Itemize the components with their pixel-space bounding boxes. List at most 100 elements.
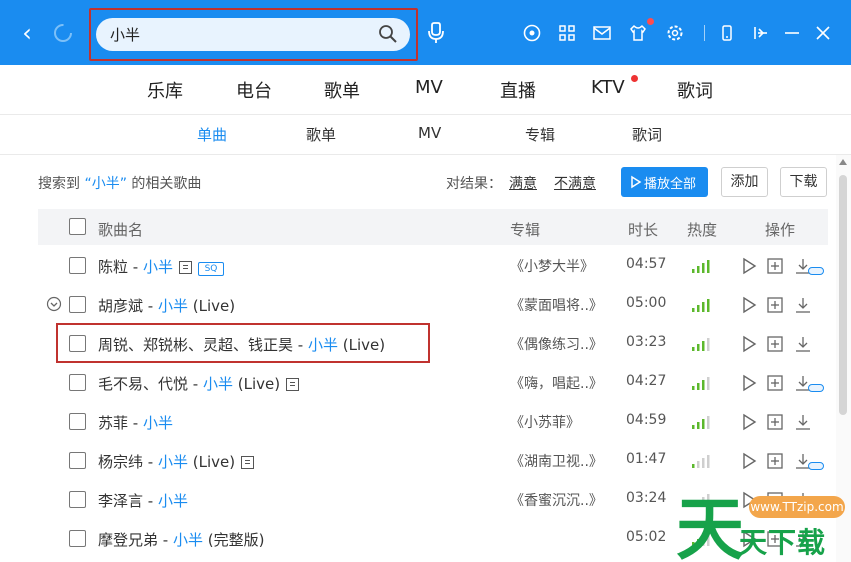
play-icon[interactable] xyxy=(740,257,758,275)
tab-ktv[interactable]: KTV xyxy=(591,77,625,98)
song-artist[interactable]: 苏菲 xyxy=(98,414,128,432)
add-to-list-icon[interactable] xyxy=(766,374,784,392)
play-all-button[interactable]: 播放全部 xyxy=(621,167,708,197)
cloud-sync-icon[interactable] xyxy=(808,267,824,275)
header-song-name[interactable]: 歌曲名 xyxy=(98,219,143,240)
mail-icon[interactable] xyxy=(591,22,613,44)
subtab-songs[interactable]: 单曲 xyxy=(197,124,227,145)
song-row[interactable]: 陈粒 - 小半 SQ 《小梦大半》 04:57 xyxy=(38,246,828,285)
song-album[interactable]: 《小苏菲》 xyxy=(510,412,580,432)
song-album[interactable]: 《蒙面唱将..》 xyxy=(510,295,603,315)
mv-doc-icon[interactable] xyxy=(241,456,255,469)
header-album[interactable]: 专辑 xyxy=(510,219,540,240)
subtab-playlists[interactable]: 歌单 xyxy=(306,124,336,145)
add-to-list-icon[interactable] xyxy=(766,452,784,470)
song-artist[interactable]: 陈粒 xyxy=(98,258,128,276)
refresh-icon[interactable] xyxy=(50,20,76,46)
song-title[interactable]: 摩登兄弟 - 小半 (完整版) xyxy=(98,529,264,550)
minimize-icon[interactable] xyxy=(781,22,803,44)
scroll-up-arrow-icon[interactable] xyxy=(838,158,848,166)
song-name-match[interactable]: 小半 xyxy=(143,258,173,276)
skin-shirt-icon[interactable] xyxy=(627,22,649,44)
song-title[interactable]: 陈粒 - 小半 SQ xyxy=(98,256,224,277)
tab-playlists[interactable]: 歌单 xyxy=(324,77,360,103)
cloud-sync-icon[interactable] xyxy=(808,462,824,470)
row-checkbox[interactable] xyxy=(69,530,86,547)
play-icon[interactable] xyxy=(740,374,758,392)
play-icon[interactable] xyxy=(740,452,758,470)
play-icon[interactable] xyxy=(740,335,758,353)
row-checkbox[interactable] xyxy=(69,491,86,508)
mv-doc-icon[interactable] xyxy=(286,378,300,391)
song-title[interactable]: 杨宗纬 - 小半 (Live) xyxy=(98,451,255,472)
song-album[interactable]: 《湖南卫视..》 xyxy=(510,451,603,471)
settings-gear-icon[interactable] xyxy=(664,22,686,44)
song-title[interactable]: 毛不易、代悦 - 小半 (Live) xyxy=(98,373,300,394)
sq-quality-badge: SQ xyxy=(197,262,224,276)
feedback-unsatisfied-link[interactable]: 不满意 xyxy=(554,173,596,193)
song-row[interactable]: 胡彦斌 - 小半 (Live) 《蒙面唱将..》 05:00 xyxy=(38,285,828,324)
result-summary: 搜索到 “小半” 的相关歌曲 xyxy=(38,173,201,193)
expand-chevron-icon[interactable] xyxy=(46,296,62,312)
song-row[interactable]: 苏菲 - 小半 《小苏菲》 04:59 xyxy=(38,402,828,441)
mv-doc-icon[interactable] xyxy=(178,261,192,274)
song-name-match[interactable]: 小半 xyxy=(143,414,173,432)
header-duration[interactable]: 时长 xyxy=(628,219,658,240)
row-checkbox[interactable] xyxy=(69,257,86,274)
song-album[interactable]: 《嗨，唱起..》 xyxy=(510,373,603,393)
add-to-list-icon[interactable] xyxy=(766,257,784,275)
add-to-list-icon[interactable] xyxy=(766,335,784,353)
subtab-albums[interactable]: 专辑 xyxy=(525,124,555,145)
play-icon[interactable] xyxy=(740,296,758,314)
song-album[interactable]: 《偶像练习..》 xyxy=(510,334,603,354)
mini-mode-icon[interactable] xyxy=(749,22,771,44)
tab-library[interactable]: 乐库 xyxy=(147,77,183,103)
song-name-match[interactable]: 小半 xyxy=(158,297,188,315)
back-arrow-icon[interactable]: ‹ xyxy=(14,18,40,48)
close-icon[interactable] xyxy=(812,22,834,44)
song-title[interactable]: 苏菲 - 小半 xyxy=(98,412,173,433)
download-icon[interactable] xyxy=(794,413,812,431)
song-artist[interactable]: 毛不易、代悦 xyxy=(98,375,188,393)
song-album[interactable]: 《小梦大半》 xyxy=(510,256,594,276)
download-icon[interactable] xyxy=(794,296,812,314)
subtab-lyrics[interactable]: 歌词 xyxy=(632,124,662,145)
add-to-list-icon[interactable] xyxy=(766,413,784,431)
song-name-match[interactable]: 小半 xyxy=(203,375,233,393)
subtab-mv[interactable]: MV xyxy=(418,124,441,142)
song-row[interactable]: 杨宗纬 - 小半 (Live) 《湖南卫视..》 01:47 xyxy=(38,441,828,480)
song-row[interactable]: 毛不易、代悦 - 小半 (Live) 《嗨，唱起..》 04:27 xyxy=(38,363,828,402)
row-checkbox[interactable] xyxy=(69,374,86,391)
song-name-match[interactable]: 小半 xyxy=(158,492,188,510)
row-checkbox[interactable] xyxy=(69,452,86,469)
song-title[interactable]: 胡彦斌 - 小半 (Live) xyxy=(98,295,235,316)
row-checkbox[interactable] xyxy=(69,413,86,430)
row-checkbox[interactable] xyxy=(69,296,86,313)
select-all-checkbox[interactable] xyxy=(69,218,86,235)
tab-radio[interactable]: 电台 xyxy=(236,77,272,103)
tab-live[interactable]: 直播 xyxy=(500,77,536,103)
play-icon[interactable] xyxy=(740,413,758,431)
apps-grid-icon[interactable] xyxy=(556,22,578,44)
cloud-sync-icon[interactable] xyxy=(808,384,824,392)
song-artist[interactable]: 杨宗纬 xyxy=(98,453,143,471)
download-button[interactable]: 下载 xyxy=(780,167,827,197)
song-artist[interactable]: 李泽言 xyxy=(98,492,143,510)
scrollbar-thumb[interactable] xyxy=(839,175,847,415)
tab-mv[interactable]: MV xyxy=(415,77,443,98)
header-heat[interactable]: 热度 xyxy=(687,219,717,240)
feedback-satisfied-link[interactable]: 满意 xyxy=(509,173,537,193)
voice-search-icon[interactable] xyxy=(423,20,449,46)
add-to-list-icon[interactable] xyxy=(766,296,784,314)
download-icon[interactable] xyxy=(794,335,812,353)
song-artist[interactable]: 胡彦斌 xyxy=(98,297,143,315)
song-name-match[interactable]: 小半 xyxy=(173,531,203,549)
radio-icon[interactable] xyxy=(521,22,543,44)
tab-lyrics[interactable]: 歌词 xyxy=(677,77,713,103)
song-name-match[interactable]: 小半 xyxy=(158,453,188,471)
add-button[interactable]: 添加 xyxy=(721,167,768,197)
mobile-icon[interactable] xyxy=(716,22,738,44)
song-title[interactable]: 李泽言 - 小半 xyxy=(98,490,188,511)
song-artist[interactable]: 摩登兄弟 xyxy=(98,531,158,549)
song-album[interactable]: 《香蜜沉沉..》 xyxy=(510,490,603,510)
